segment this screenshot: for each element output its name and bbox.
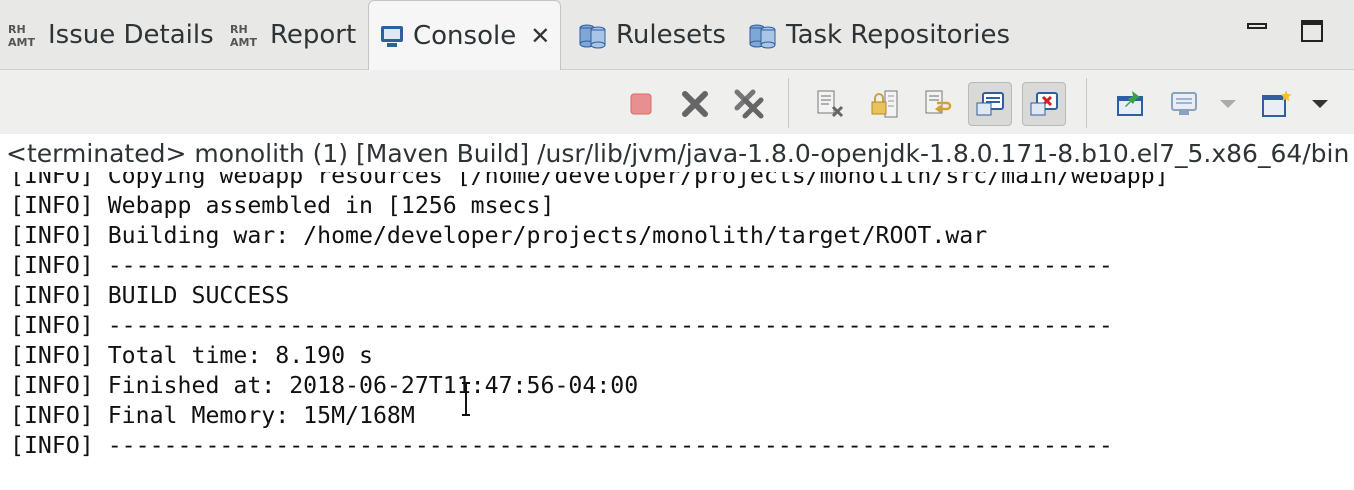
console-line: [INFO] Building war: /home/developer/pro… — [10, 222, 988, 249]
rh-amt-icon: RH AMT — [8, 22, 40, 48]
terminate-button[interactable] — [619, 82, 663, 126]
scroll-lock-button[interactable] — [862, 82, 906, 126]
console-toolbar — [0, 70, 1354, 134]
tab-console[interactable]: Console ✕ — [368, 0, 562, 71]
show-stdout-button[interactable] — [968, 82, 1012, 126]
svg-text:AMT: AMT — [8, 36, 35, 48]
word-wrap-icon — [925, 90, 952, 114]
console-line: [INFO] Total time: 8.190 s — [10, 342, 373, 369]
process-label: <terminated> monolith (1) [Maven Build] … — [6, 139, 1350, 168]
tab-label: Console — [413, 21, 517, 51]
console-line: [INFO] ---------------------------------… — [10, 252, 1113, 279]
console-line: [INFO] Webapp assembled in [1256 msecs] — [10, 192, 555, 219]
open-console-icon — [1262, 90, 1292, 117]
remove-all-icon — [734, 89, 764, 119]
ruleset-icon — [578, 21, 608, 49]
chevron-down-icon — [1312, 100, 1328, 108]
toolbar-separator — [1086, 78, 1087, 128]
display-console-dropdown[interactable] — [1206, 82, 1250, 126]
tab-label: Rulesets — [616, 20, 726, 50]
tab-label: Report — [270, 20, 357, 50]
console-line: [INFO] Finished at: 2018-06-27T11:47:56-… — [10, 372, 639, 399]
display-console-icon — [1171, 92, 1197, 115]
console-line: [INFO] Copying webapp resources [/home/d… — [10, 172, 1169, 189]
svg-text:RH: RH — [8, 23, 26, 36]
tab-label: Task Repositories — [786, 20, 1011, 50]
maximize-button[interactable] — [1300, 18, 1326, 48]
open-console-button[interactable] — [1254, 82, 1298, 126]
remove-launch-button[interactable] — [673, 82, 717, 126]
minimize-icon — [1247, 23, 1267, 29]
pin-icon — [1117, 91, 1143, 116]
pin-console-button[interactable] — [1108, 82, 1152, 126]
rh-amt-icon: RH AMT — [230, 22, 262, 48]
remove-all-terminated-button[interactable] — [727, 82, 771, 126]
scroll-lock-icon — [871, 90, 898, 118]
view-tab-bar: RH AMT Issue Details RH AMT Report Console… — [0, 0, 1354, 71]
stdout-icon — [976, 92, 1004, 116]
tab-report[interactable]: RH AMT Report — [230, 0, 356, 70]
tab-rulesets[interactable]: Rulesets — [578, 0, 726, 70]
clear-console-button[interactable] — [808, 82, 852, 126]
minimize-button[interactable] — [1246, 18, 1270, 46]
stderr-icon — [1030, 92, 1058, 116]
tab-task-repositories[interactable]: Task Repositories — [748, 0, 1010, 70]
maximize-icon — [1301, 20, 1323, 42]
svg-text:AMT: AMT — [230, 36, 257, 48]
open-console-dropdown[interactable] — [1298, 82, 1342, 126]
console-line: [INFO] ---------------------------------… — [10, 312, 1113, 339]
chevron-down-icon — [1220, 100, 1236, 108]
svg-text:RH: RH — [230, 23, 248, 36]
console-icon — [379, 23, 405, 49]
remove-icon — [682, 91, 708, 117]
toolbar-separator — [788, 78, 789, 128]
clear-console-icon — [817, 90, 844, 118]
console-line: [INFO] ---------------------------------… — [10, 432, 1113, 459]
close-icon[interactable]: ✕ — [530, 22, 550, 50]
display-selected-console-button[interactable] — [1162, 82, 1206, 126]
console-line: [INFO] Final Memory: 15M/168M — [10, 402, 415, 429]
show-stderr-button[interactable] — [1022, 82, 1066, 126]
word-wrap-button[interactable] — [916, 82, 960, 126]
tab-label: Issue Details — [48, 20, 214, 50]
console-line: [INFO] BUILD SUCCESS — [10, 282, 290, 309]
console-output[interactable]: [INFO] Copying webapp resources [/home/d… — [0, 172, 1354, 490]
tab-issue-details[interactable]: RH AMT Issue Details — [8, 0, 214, 70]
text-cursor-icon — [462, 382, 470, 416]
task-repo-icon — [748, 21, 778, 49]
stop-icon — [630, 93, 652, 115]
